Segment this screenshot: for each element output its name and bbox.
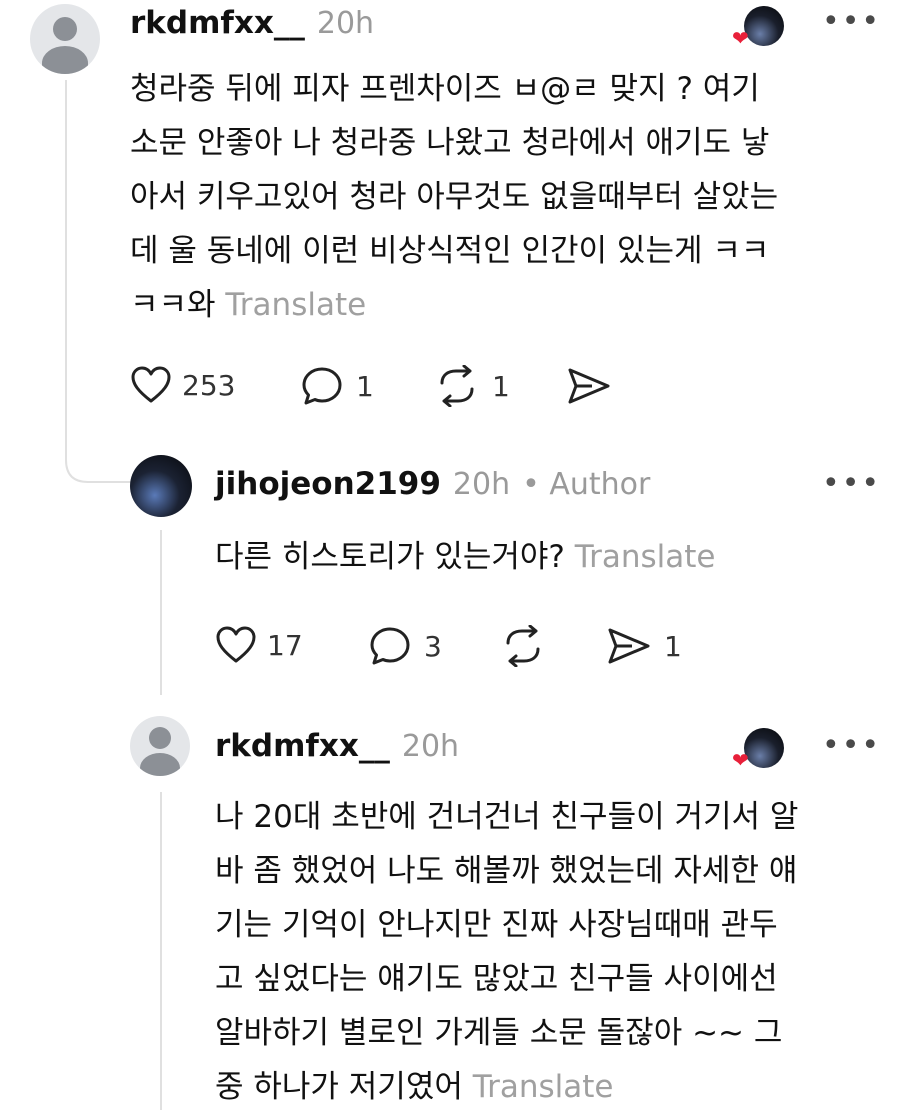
comment-body: 청라중 뒤에 피자 프렌차이즈 ㅂ@ㄹ 맞지 ? 여기 소문 안좋아 나 청라중…	[130, 62, 870, 332]
more-horizontal-icon[interactable]: •••	[822, 728, 881, 763]
comment-line: 아서 키우고있어 청라 아무것도 없을때부터 살았는	[130, 179, 779, 215]
comment-line: 다른 히스토리가 있는거야?	[215, 539, 565, 575]
comment-line: 알바하기 별로인 가게들 소문 돌잖아 ~~ 그	[215, 1015, 783, 1051]
comment-line: 중 하나가 저기였어	[215, 1069, 463, 1105]
timestamp: 20h	[401, 729, 460, 764]
speech-bubble-icon	[302, 367, 342, 405]
mini-avatar[interactable]	[744, 6, 784, 46]
more-horizontal-icon[interactable]: •••	[822, 466, 881, 501]
comment-line: 데 울 동네에 이런 비상식적인 인간이 있는게 ㅋㅋ	[130, 233, 770, 269]
repost-button[interactable]: 1	[434, 365, 510, 407]
thread-line	[160, 792, 162, 1110]
more-horizontal-icon[interactable]: •••	[822, 4, 881, 39]
username[interactable]: rkdmfxx__	[130, 5, 305, 41]
thread-line	[160, 530, 162, 695]
repost-arrows-icon	[440, 365, 474, 407]
comment-line: ㅋㅋ와	[130, 287, 216, 323]
heart-badge-icon: ❤	[732, 26, 749, 50]
heart-outline-icon	[216, 626, 256, 663]
comment-line: 청라중 뒤에 피자 프렌차이즈 ㅂ@ㄹ 맞지 ? 여기	[130, 71, 760, 107]
comment-body: 다른 히스토리가 있는거야? Translate	[215, 530, 875, 584]
translate-link[interactable]: Translate	[575, 539, 716, 575]
share-count: 1	[664, 629, 682, 663]
comment-line: 고 싶었다는 얘기도 많았고 친구들 사이에선	[215, 961, 778, 997]
send-paper-plane-icon	[568, 368, 610, 404]
like-count: 253	[182, 368, 236, 402]
share-button[interactable]: 1	[606, 625, 682, 667]
comment-line: 바 좀 했었어 나도 해볼까 했었는데 자세한 얘	[215, 853, 798, 889]
repost-count: 1	[492, 369, 510, 403]
mini-avatar[interactable]	[744, 728, 784, 768]
like-count: 17	[267, 628, 303, 662]
reply-count: 3	[424, 629, 442, 663]
speech-bubble-icon	[370, 627, 410, 665]
translate-link[interactable]: Translate	[473, 1069, 614, 1105]
timestamp: 20h	[452, 467, 511, 502]
username[interactable]: jihojeon2199	[215, 466, 441, 502]
heart-badge-icon: ❤	[732, 748, 749, 772]
avatar[interactable]	[130, 716, 190, 776]
comment-line: 소문 안좋아 나 청라중 나왔고 청라에서 애기도 낳	[130, 125, 770, 161]
author-badge: • Author	[522, 467, 651, 502]
reply-button[interactable]: 1	[300, 365, 374, 407]
reply-count: 1	[356, 369, 374, 403]
repost-arrows-icon	[506, 625, 540, 667]
avatar[interactable]	[130, 455, 192, 517]
comment-line: 기는 기억이 안나지만 진짜 사장님때매 관두	[215, 907, 778, 943]
comment-line: 나 20대 초반에 건너건너 친구들이 거기서 알	[215, 799, 799, 835]
timestamp: 20h	[316, 6, 375, 41]
translate-link[interactable]: Translate	[225, 287, 366, 323]
comment-body: 나 20대 초반에 건너건너 친구들이 거기서 알 바 좀 했었어 나도 해볼까…	[215, 790, 885, 1114]
username[interactable]: rkdmfxx__	[215, 728, 390, 764]
avatar[interactable]	[30, 4, 100, 74]
repost-button[interactable]	[500, 625, 546, 667]
send-paper-plane-icon	[608, 628, 650, 664]
like-button[interactable]: 17	[215, 625, 303, 665]
thread-line	[65, 80, 67, 440]
like-button[interactable]: 253	[130, 365, 235, 405]
heart-outline-icon	[131, 366, 171, 403]
reply-button[interactable]: 3	[368, 625, 442, 667]
share-button[interactable]	[566, 365, 612, 407]
